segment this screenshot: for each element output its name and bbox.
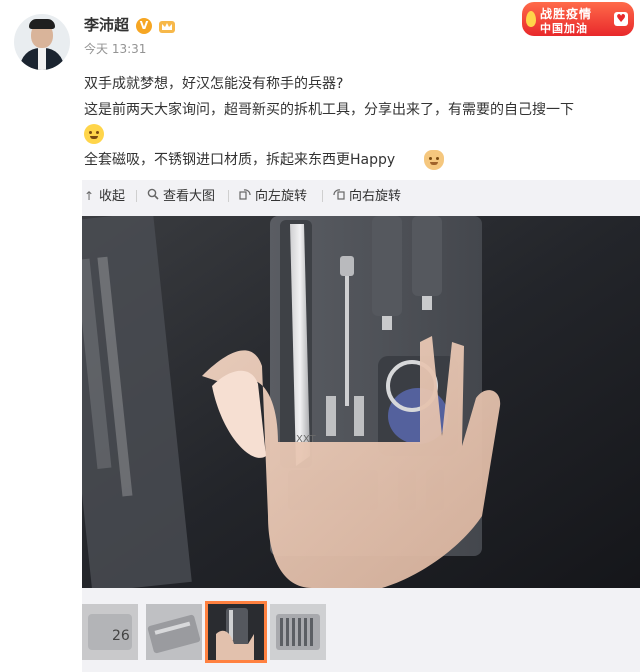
- user-name[interactable]: 李沛超: [84, 14, 129, 35]
- main-photo[interactable]: XXT: [82, 216, 640, 588]
- collapse-button[interactable]: ↑ 收起: [82, 186, 125, 206]
- post-time[interactable]: 今天 13:31: [84, 40, 146, 57]
- divider: [322, 190, 323, 202]
- divider: [228, 190, 229, 202]
- post-text-line-2: 这是前两天大家询问，超哥新买的拆机工具，分享出来了，有需要的自己搜一下: [84, 102, 574, 118]
- thumbnail-4[interactable]: [270, 604, 326, 660]
- thumbnail-1[interactable]: 26: [82, 604, 138, 660]
- thumbnail-3-selected[interactable]: [205, 601, 267, 663]
- post-text-line-3: 全套磁吸，不锈钢进口材质，拆起来东西更Happy: [84, 152, 396, 168]
- user-avatar[interactable]: [14, 14, 70, 70]
- rotate-left-icon: [238, 186, 252, 206]
- post-text-line-1: 双手成就梦想，好汉怎能没有称手的兵器?: [84, 76, 344, 92]
- thinking-emoji-icon: [84, 124, 104, 144]
- doge-emoji-icon: [424, 150, 444, 170]
- divider: [136, 190, 137, 202]
- heart-icon: ♥: [614, 12, 628, 26]
- magnifier-icon: [146, 186, 160, 206]
- thumbnail-2[interactable]: [146, 604, 202, 660]
- rotate-right-button[interactable]: 向右旋转: [332, 186, 401, 206]
- photo-illustration: XXT: [82, 216, 640, 588]
- location-pin-icon: [526, 11, 536, 27]
- rotate-right-icon: [332, 186, 346, 206]
- campaign-badge[interactable]: 战胜疫情 中国加油 ♥: [522, 2, 634, 36]
- verified-icon: V: [136, 18, 152, 34]
- campaign-line-2: 中国加油: [540, 22, 588, 35]
- thumbnail-1-label: 26: [112, 628, 130, 644]
- collapse-arrow-icon: ↑: [83, 189, 95, 203]
- view-large-button[interactable]: 查看大图: [146, 186, 215, 206]
- crown-icon[interactable]: [158, 18, 176, 34]
- rotate-left-button[interactable]: 向左旋转: [238, 186, 307, 206]
